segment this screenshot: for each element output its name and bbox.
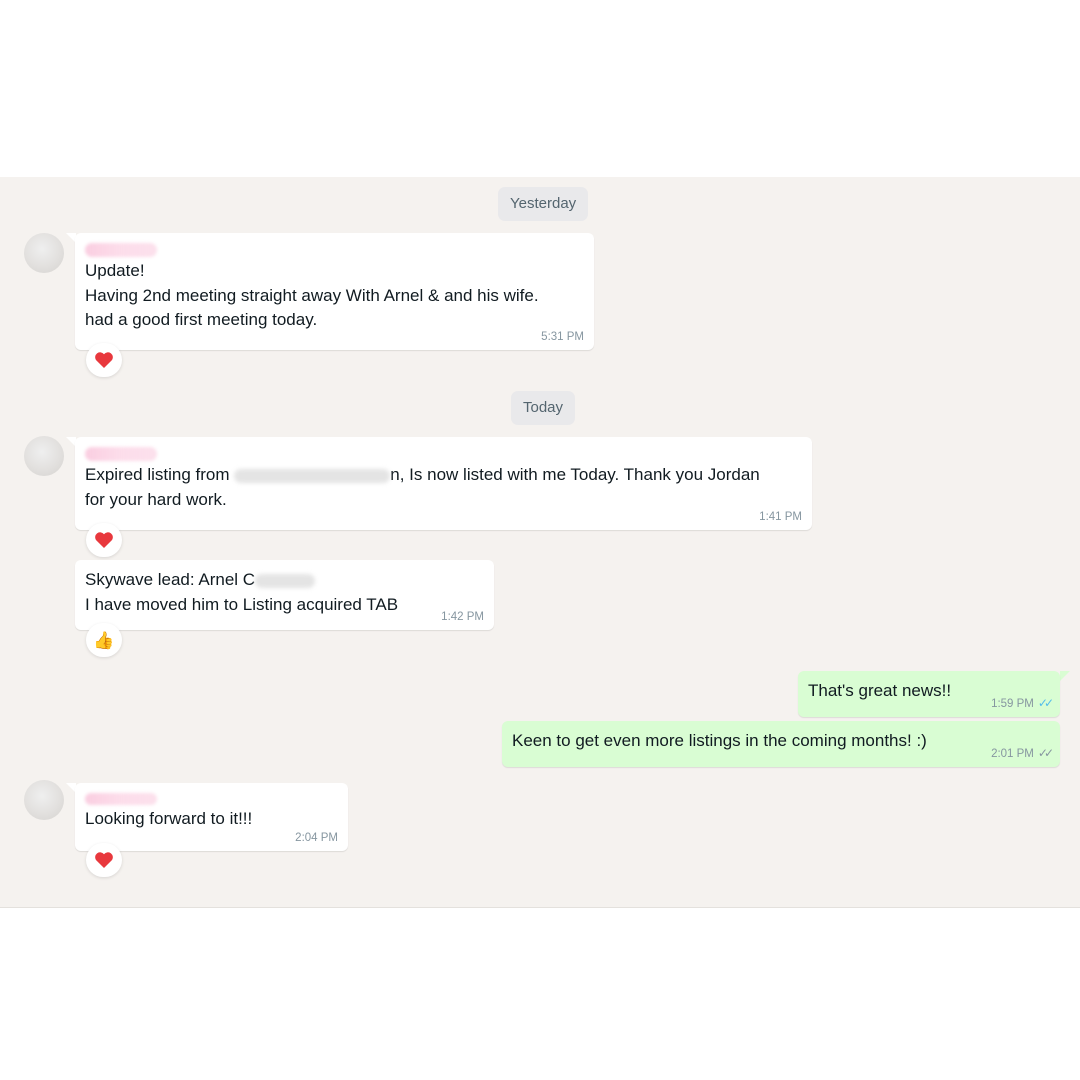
avatar[interactable] bbox=[24, 780, 64, 820]
avatar[interactable] bbox=[24, 436, 64, 476]
message-bubble-incoming[interactable]: Skywave lead: Arnel C I have moved him t… bbox=[75, 560, 494, 630]
reaction-badge[interactable] bbox=[86, 523, 122, 557]
message-text: Update! bbox=[85, 261, 145, 280]
bubble-tail bbox=[1060, 671, 1070, 681]
message-text: Keen to get even more listings in the co… bbox=[512, 731, 927, 750]
message-bubble-incoming[interactable]: Expired listing from n, Is now listed wi… bbox=[75, 437, 812, 530]
message-text: I have moved him to Listing acquired TAB bbox=[85, 594, 399, 614]
heart-icon bbox=[95, 532, 113, 548]
date-separator-today: Today bbox=[511, 391, 576, 425]
redacted-text bbox=[255, 573, 316, 588]
message-text: had a good first meeting today. bbox=[85, 310, 318, 329]
message-time: 5:31 PM bbox=[541, 331, 584, 343]
message-bubble-outgoing[interactable]: Keen to get even more listings in the co… bbox=[502, 721, 1060, 767]
message-bubble-incoming[interactable]: Looking forward to it!!! 2:04 PM bbox=[75, 783, 348, 851]
double-check-icon: ✓✓ bbox=[1037, 696, 1054, 710]
chat-panel[interactable]: Yesterday Update! Having 2nd meeting str… bbox=[0, 177, 1080, 908]
message-text: Expired listing from n, Is now listed wi… bbox=[85, 465, 760, 484]
avatar[interactable] bbox=[24, 233, 64, 273]
message-time: 1:59 PM ✓✓ bbox=[991, 696, 1054, 710]
date-separator-yesterday: Yesterday bbox=[498, 187, 589, 221]
heart-icon bbox=[95, 852, 113, 868]
reaction-badge[interactable]: 👍 bbox=[86, 623, 122, 657]
message-time: 1:42 PM bbox=[441, 611, 484, 623]
message-time: 2:01 PM ✓✓ bbox=[991, 746, 1054, 760]
redacted-text bbox=[234, 468, 391, 483]
sender-name-redacted bbox=[85, 793, 157, 805]
message-text: Looking forward to it!!! bbox=[85, 809, 253, 828]
double-check-icon: ✓✓ bbox=[1037, 746, 1054, 760]
message-bubble-outgoing[interactable]: That's great news!! 1:59 PM ✓✓ bbox=[798, 671, 1060, 717]
sender-name-redacted bbox=[85, 243, 157, 257]
heart-icon bbox=[95, 352, 113, 368]
message-time: 2:04 PM bbox=[295, 832, 338, 844]
message-text: for your hard work. bbox=[85, 489, 227, 509]
message-text: Skywave lead: Arnel C bbox=[85, 568, 484, 593]
message-text: Having 2nd meeting straight away With Ar… bbox=[85, 285, 539, 305]
message-bubble-incoming[interactable]: Update! Having 2nd meeting straight away… bbox=[75, 233, 594, 350]
message-time: 1:41 PM bbox=[759, 511, 802, 523]
thumbs-up-icon: 👍 bbox=[93, 630, 115, 650]
sender-name-redacted bbox=[85, 447, 157, 461]
reaction-badge[interactable] bbox=[86, 343, 122, 377]
reaction-badge[interactable] bbox=[86, 843, 122, 877]
